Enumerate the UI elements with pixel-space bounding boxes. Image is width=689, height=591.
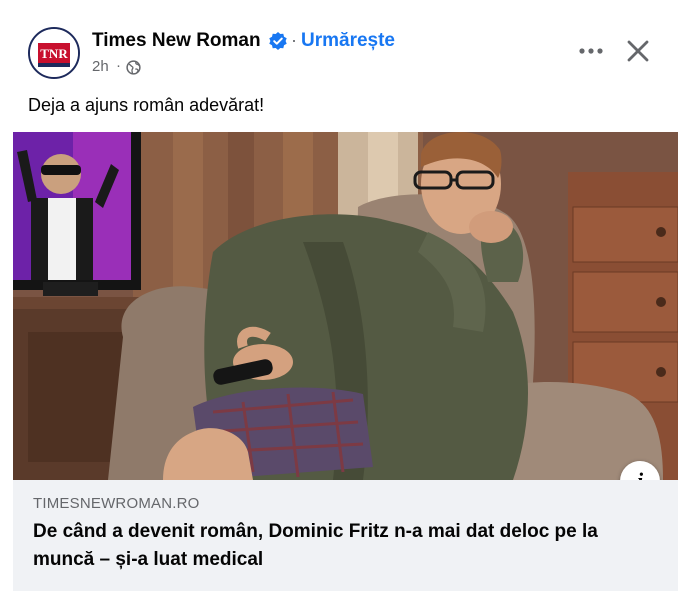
post-caption: Deja a ajuns român adevărat! <box>28 95 265 115</box>
link-preview[interactable]: TIMESNEWROMAN.RO De când a devenit român… <box>13 480 678 591</box>
globe-icon <box>126 60 141 75</box>
page-name[interactable]: Times New Roman <box>92 30 261 52</box>
link-headline: De când a devenit român, Dominic Fritz n… <box>33 521 598 570</box>
verified-badge-icon <box>269 32 287 50</box>
article-image[interactable] <box>13 132 678 480</box>
avatar[interactable]: TNR <box>28 27 80 79</box>
facebook-post: TNR Times New Roman · Urmărește 2h · Dej… <box>0 0 689 591</box>
article-photo <box>13 132 678 480</box>
more-options-icon[interactable] <box>574 36 608 66</box>
tnr-logo: TNR <box>30 29 78 77</box>
follow-button[interactable]: Urmărește <box>301 30 395 52</box>
separator-dot: · <box>291 30 297 50</box>
link-domain: TIMESNEWROMAN.RO <box>33 495 200 512</box>
post-header: TNR Times New Roman · Urmărește 2h · <box>0 0 689 90</box>
post-timestamp[interactable]: 2h <box>92 58 109 75</box>
avatar-text: TNR <box>40 46 68 61</box>
timestamp-separator: · <box>116 57 121 74</box>
close-icon[interactable] <box>620 33 656 69</box>
